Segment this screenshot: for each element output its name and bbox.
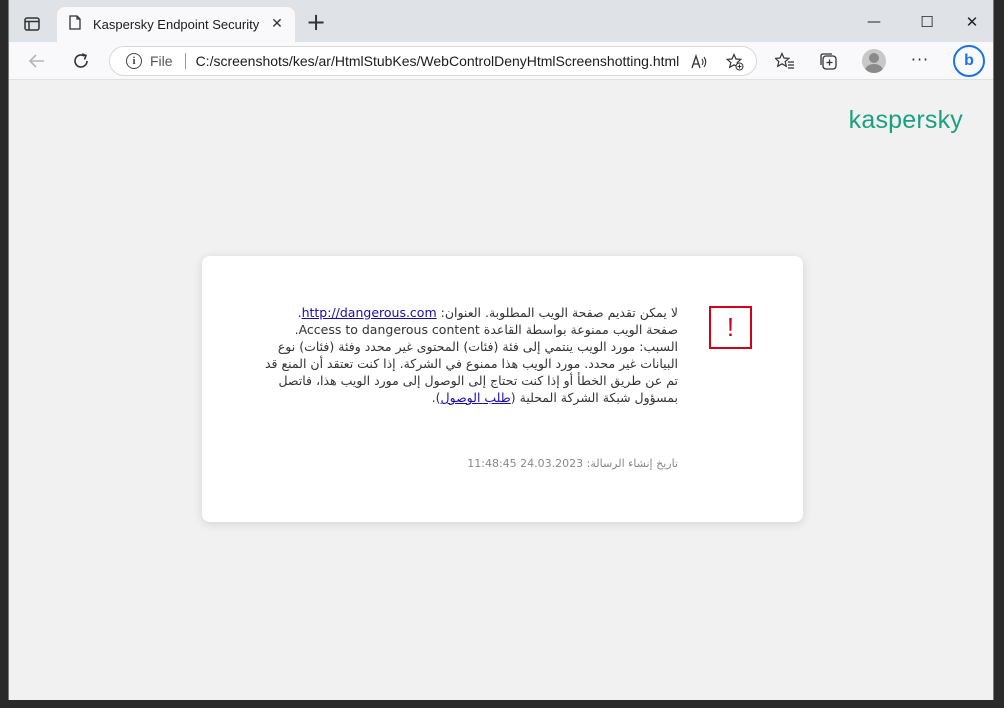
desktop-background xyxy=(0,0,8,708)
message-timestamp: تاريخ إنشاء الرسالة: 24.03.2023 11:48:45 xyxy=(467,457,678,470)
address-separator xyxy=(184,53,186,69)
title-bar: Kaspersky Endpoint Security for Windows … xyxy=(9,0,993,42)
request-access-link[interactable]: طلب الوصول xyxy=(441,390,511,405)
bing-chat-icon[interactable]: b xyxy=(953,45,985,77)
minimize-button[interactable]: — xyxy=(851,8,897,36)
refresh-icon[interactable] xyxy=(66,47,96,75)
maximize-button[interactable]: ☐ xyxy=(904,8,950,36)
protocol-label: File xyxy=(150,53,173,69)
url-field[interactable]: C:/screenshots/kes/ar/HtmlStubKes/WebCon… xyxy=(196,53,680,69)
close-window-button[interactable]: ✕ xyxy=(949,8,993,36)
tab-close-icon[interactable]: ✕ xyxy=(269,16,285,32)
new-tab-button[interactable]: + xyxy=(305,10,327,34)
back-arrow-icon[interactable] xyxy=(22,47,52,75)
browser-window: Kaspersky Endpoint Security for Windows … xyxy=(8,0,994,700)
page-file-icon xyxy=(69,15,81,34)
address-bar[interactable]: i File C:/screenshots/kes/ar/HtmlStubKes… xyxy=(109,46,757,76)
blocked-page: kaspersky ! لا يمكن تقديم صفحة الويب الم… xyxy=(9,80,993,700)
tab-actions-icon[interactable] xyxy=(21,13,43,35)
message-rule-line: صفحة الويب ممنوعة بواسطة القاعدة Access … xyxy=(294,322,678,337)
message-address-line: لا يمكن تقديم صفحة الويب المطلوبة. العنو… xyxy=(436,305,678,320)
message-reason-end: ). xyxy=(431,390,441,405)
favorites-icon[interactable] xyxy=(774,50,796,72)
read-aloud-icon[interactable] xyxy=(690,53,708,71)
kaspersky-logo: kaspersky xyxy=(848,106,963,134)
block-message: لا يمكن تقديم صفحة الويب المطلوبة. العنو… xyxy=(254,304,678,406)
block-notice-card: ! لا يمكن تقديم صفحة الويب المطلوبة. الع… xyxy=(202,256,803,522)
info-icon[interactable]: i xyxy=(126,53,142,69)
browser-tab[interactable]: Kaspersky Endpoint Security for Windows … xyxy=(57,7,295,42)
tab-title: Kaspersky Endpoint Security for Windows xyxy=(93,17,261,32)
more-options-icon[interactable]: ··· xyxy=(909,48,931,70)
collections-icon[interactable] xyxy=(817,50,839,72)
add-favorite-icon[interactable] xyxy=(726,53,744,71)
blocked-url-link[interactable]: http://dangerous.com xyxy=(302,305,437,320)
profile-avatar[interactable] xyxy=(862,49,886,73)
warning-icon: ! xyxy=(709,306,752,349)
browser-toolbar: i File C:/screenshots/kes/ar/HtmlStubKes… xyxy=(9,42,993,80)
